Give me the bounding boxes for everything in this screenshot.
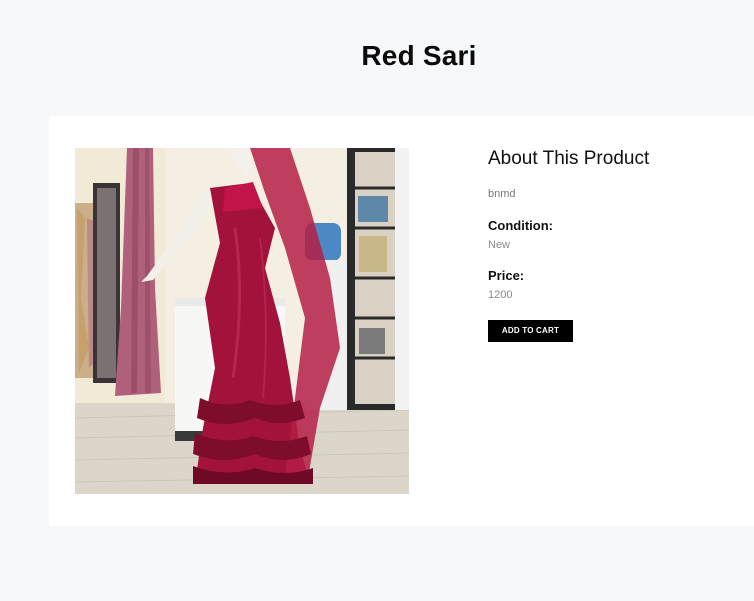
condition-value: New [488,239,511,251]
price-value: 1200 [488,289,513,301]
product-section-heading: About This Product [488,148,650,169]
product-description: bnmd [488,188,516,200]
page-title: Red Sari [361,40,477,71]
price-label: Price: [488,268,525,283]
product-card: About This Product bnmd Condition: New P… [49,116,754,526]
product-photo [75,148,409,494]
product-info: About This Product bnmd Condition: New P… [488,146,748,342]
product-image [75,148,409,494]
add-to-cart-button[interactable]: ADD TO CART [488,320,573,342]
condition-label: Condition: [488,218,553,233]
